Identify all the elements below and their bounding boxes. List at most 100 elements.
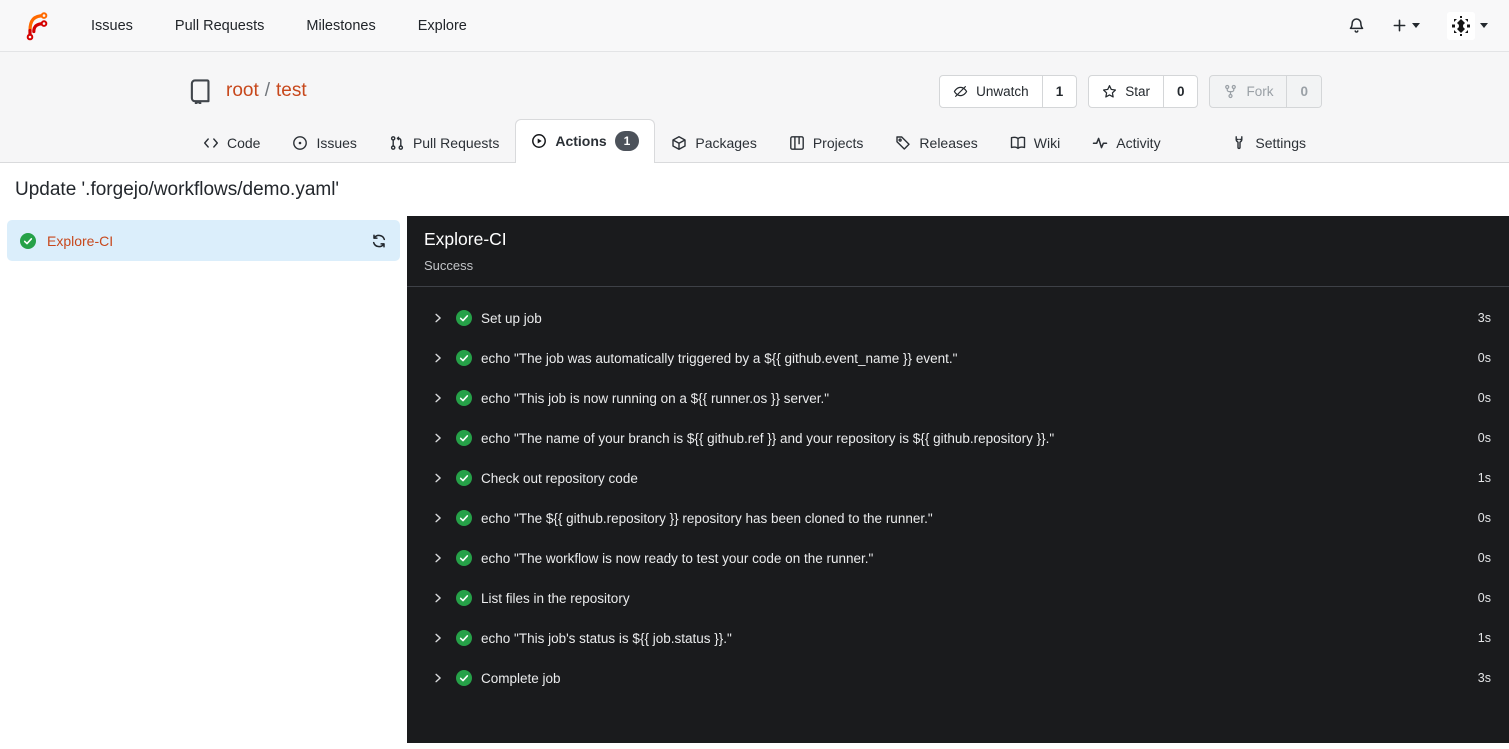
forgejo-logo-icon[interactable]	[21, 10, 51, 42]
chevron-right-icon	[432, 472, 444, 484]
success-check-icon	[456, 350, 472, 366]
success-check-icon	[20, 232, 36, 249]
user-avatar-menu[interactable]	[1447, 11, 1488, 40]
tab-releases[interactable]: Releases	[879, 123, 993, 163]
success-check-icon	[456, 590, 472, 606]
tab-projects[interactable]: Projects	[773, 123, 880, 163]
success-check-icon	[456, 390, 472, 406]
tab-wiki[interactable]: Wiki	[994, 123, 1076, 163]
run-job-title: Explore-CI	[424, 229, 507, 249]
tab-pull-requests[interactable]: Pull Requests	[373, 123, 515, 163]
pull-request-icon	[390, 136, 404, 150]
top-navbar: Issues Pull Requests Milestones Explore	[0, 0, 1509, 52]
step-name: Complete job	[481, 670, 561, 686]
sidebar-job-explore-ci[interactable]: Explore-CI	[7, 220, 400, 261]
step-row[interactable]: echo "The workflow is now ready to test …	[407, 538, 1509, 578]
tab-settings[interactable]: Settings	[1215, 123, 1322, 163]
step-name: echo "The workflow is now ready to test …	[481, 550, 874, 566]
step-duration: 3s	[1477, 671, 1491, 685]
step-duration: 1s	[1477, 631, 1491, 645]
step-duration: 0s	[1477, 391, 1491, 405]
chevron-right-icon	[432, 672, 444, 684]
tab-actions[interactable]: Actions 1	[515, 119, 656, 163]
step-name: List files in the repository	[481, 590, 630, 606]
step-name: echo "The job was automatically triggere…	[481, 350, 958, 366]
page-title: Update '.forgejo/workflows/demo.yaml'	[15, 179, 340, 200]
chevron-right-icon	[432, 312, 444, 324]
step-row[interactable]: echo "The name of your branch is ${{ git…	[407, 418, 1509, 458]
step-row[interactable]: echo "The ${{ github.repository }} repos…	[407, 498, 1509, 538]
chevron-right-icon	[432, 632, 444, 644]
step-duration: 0s	[1477, 351, 1491, 365]
success-check-icon	[456, 670, 472, 686]
repo-owner-link[interactable]: root	[226, 80, 259, 102]
nav-links: Issues Pull Requests Milestones Explore	[91, 18, 467, 34]
tab-activity[interactable]: Activity	[1076, 123, 1176, 163]
chevron-right-icon	[432, 512, 444, 524]
step-duration: 0s	[1477, 431, 1491, 445]
issue-icon	[293, 136, 308, 150]
step-row[interactable]: List files in the repository 0s	[407, 578, 1509, 618]
rerun-refresh-icon[interactable]	[371, 233, 387, 249]
run-status-text: Success	[424, 258, 474, 273]
repo-separator: /	[264, 80, 271, 101]
eye-slash-icon	[953, 85, 968, 97]
tab-issues[interactable]: Issues	[276, 123, 372, 163]
step-row[interactable]: echo "The job was automatically triggere…	[407, 338, 1509, 378]
step-duration: 3s	[1477, 311, 1491, 325]
step-duration: 0s	[1477, 591, 1491, 605]
nav-link-milestones[interactable]: Milestones	[306, 18, 375, 34]
avatar	[1447, 11, 1475, 40]
run-log-panel: Explore-CI Success Set up job 3s echo "T…	[407, 216, 1509, 743]
wrench-icon	[1235, 136, 1243, 150]
jobs-sidebar: Explore-CI	[0, 216, 407, 743]
fork-button-group: Fork 0	[1209, 74, 1322, 108]
step-row[interactable]: Complete job 3s	[407, 658, 1509, 698]
step-row[interactable]: echo "This job is now running on a ${{ r…	[407, 378, 1509, 418]
chevron-right-icon	[432, 432, 444, 444]
navbar-right	[1348, 11, 1488, 40]
step-row[interactable]: echo "This job's status is ${{ job.statu…	[407, 618, 1509, 658]
star-icon	[1103, 84, 1117, 98]
step-name: Set up job	[481, 310, 542, 326]
step-row[interactable]: Set up job 3s	[407, 298, 1509, 338]
run-header: Explore-CI Success	[407, 216, 1509, 287]
sidebar-job-name: Explore-CI	[47, 232, 114, 249]
chevron-right-icon	[432, 352, 444, 364]
nav-link-pull-requests[interactable]: Pull Requests	[175, 18, 264, 34]
step-row[interactable]: Check out repository code 1s	[407, 458, 1509, 498]
fork-icon	[1225, 84, 1237, 98]
nav-link-explore[interactable]: Explore	[418, 18, 467, 34]
step-duration: 0s	[1477, 551, 1491, 565]
unwatch-button[interactable]: Unwatch	[940, 75, 1043, 107]
create-new-button[interactable]	[1392, 18, 1420, 33]
repo-tabs: Code Issues Pull Requests Actions 1 Pack…	[187, 119, 1322, 163]
pulse-icon	[1092, 137, 1108, 149]
tab-code[interactable]: Code	[187, 123, 276, 163]
workflow-run-view: Explore-CI Explore-CI Success Set up job	[0, 216, 1509, 743]
repo-name-link[interactable]: test	[276, 80, 307, 102]
success-check-icon	[456, 430, 472, 446]
tag-icon	[896, 136, 911, 150]
repo-header: root / test Unwatch 1 Star 0 Fork 0 Code…	[0, 52, 1509, 163]
nav-link-issues[interactable]: Issues	[91, 18, 133, 34]
notifications-bell-icon[interactable]	[1348, 17, 1365, 34]
tab-packages[interactable]: Packages	[655, 123, 772, 163]
step-duration: 0s	[1477, 511, 1491, 525]
success-check-icon	[456, 630, 472, 646]
stars-count[interactable]: 0	[1164, 76, 1198, 107]
star-button[interactable]: Star	[1089, 75, 1164, 107]
chevron-right-icon	[432, 392, 444, 404]
chevron-right-icon	[432, 552, 444, 564]
repo-book-icon	[187, 78, 213, 104]
success-check-icon	[456, 470, 472, 486]
step-name: echo "This job's status is ${{ job.statu…	[481, 630, 732, 646]
star-button-group: Star 0	[1088, 74, 1199, 108]
watchers-count[interactable]: 1	[1043, 76, 1077, 107]
repo-breadcrumb: root / test	[226, 80, 307, 102]
code-icon	[204, 138, 218, 148]
fork-button: Fork	[1210, 75, 1288, 107]
step-name: echo "The name of your branch is ${{ git…	[481, 430, 1055, 446]
step-name: echo "This job is now running on a ${{ r…	[481, 390, 830, 406]
watch-button-group: Unwatch 1	[939, 74, 1078, 108]
